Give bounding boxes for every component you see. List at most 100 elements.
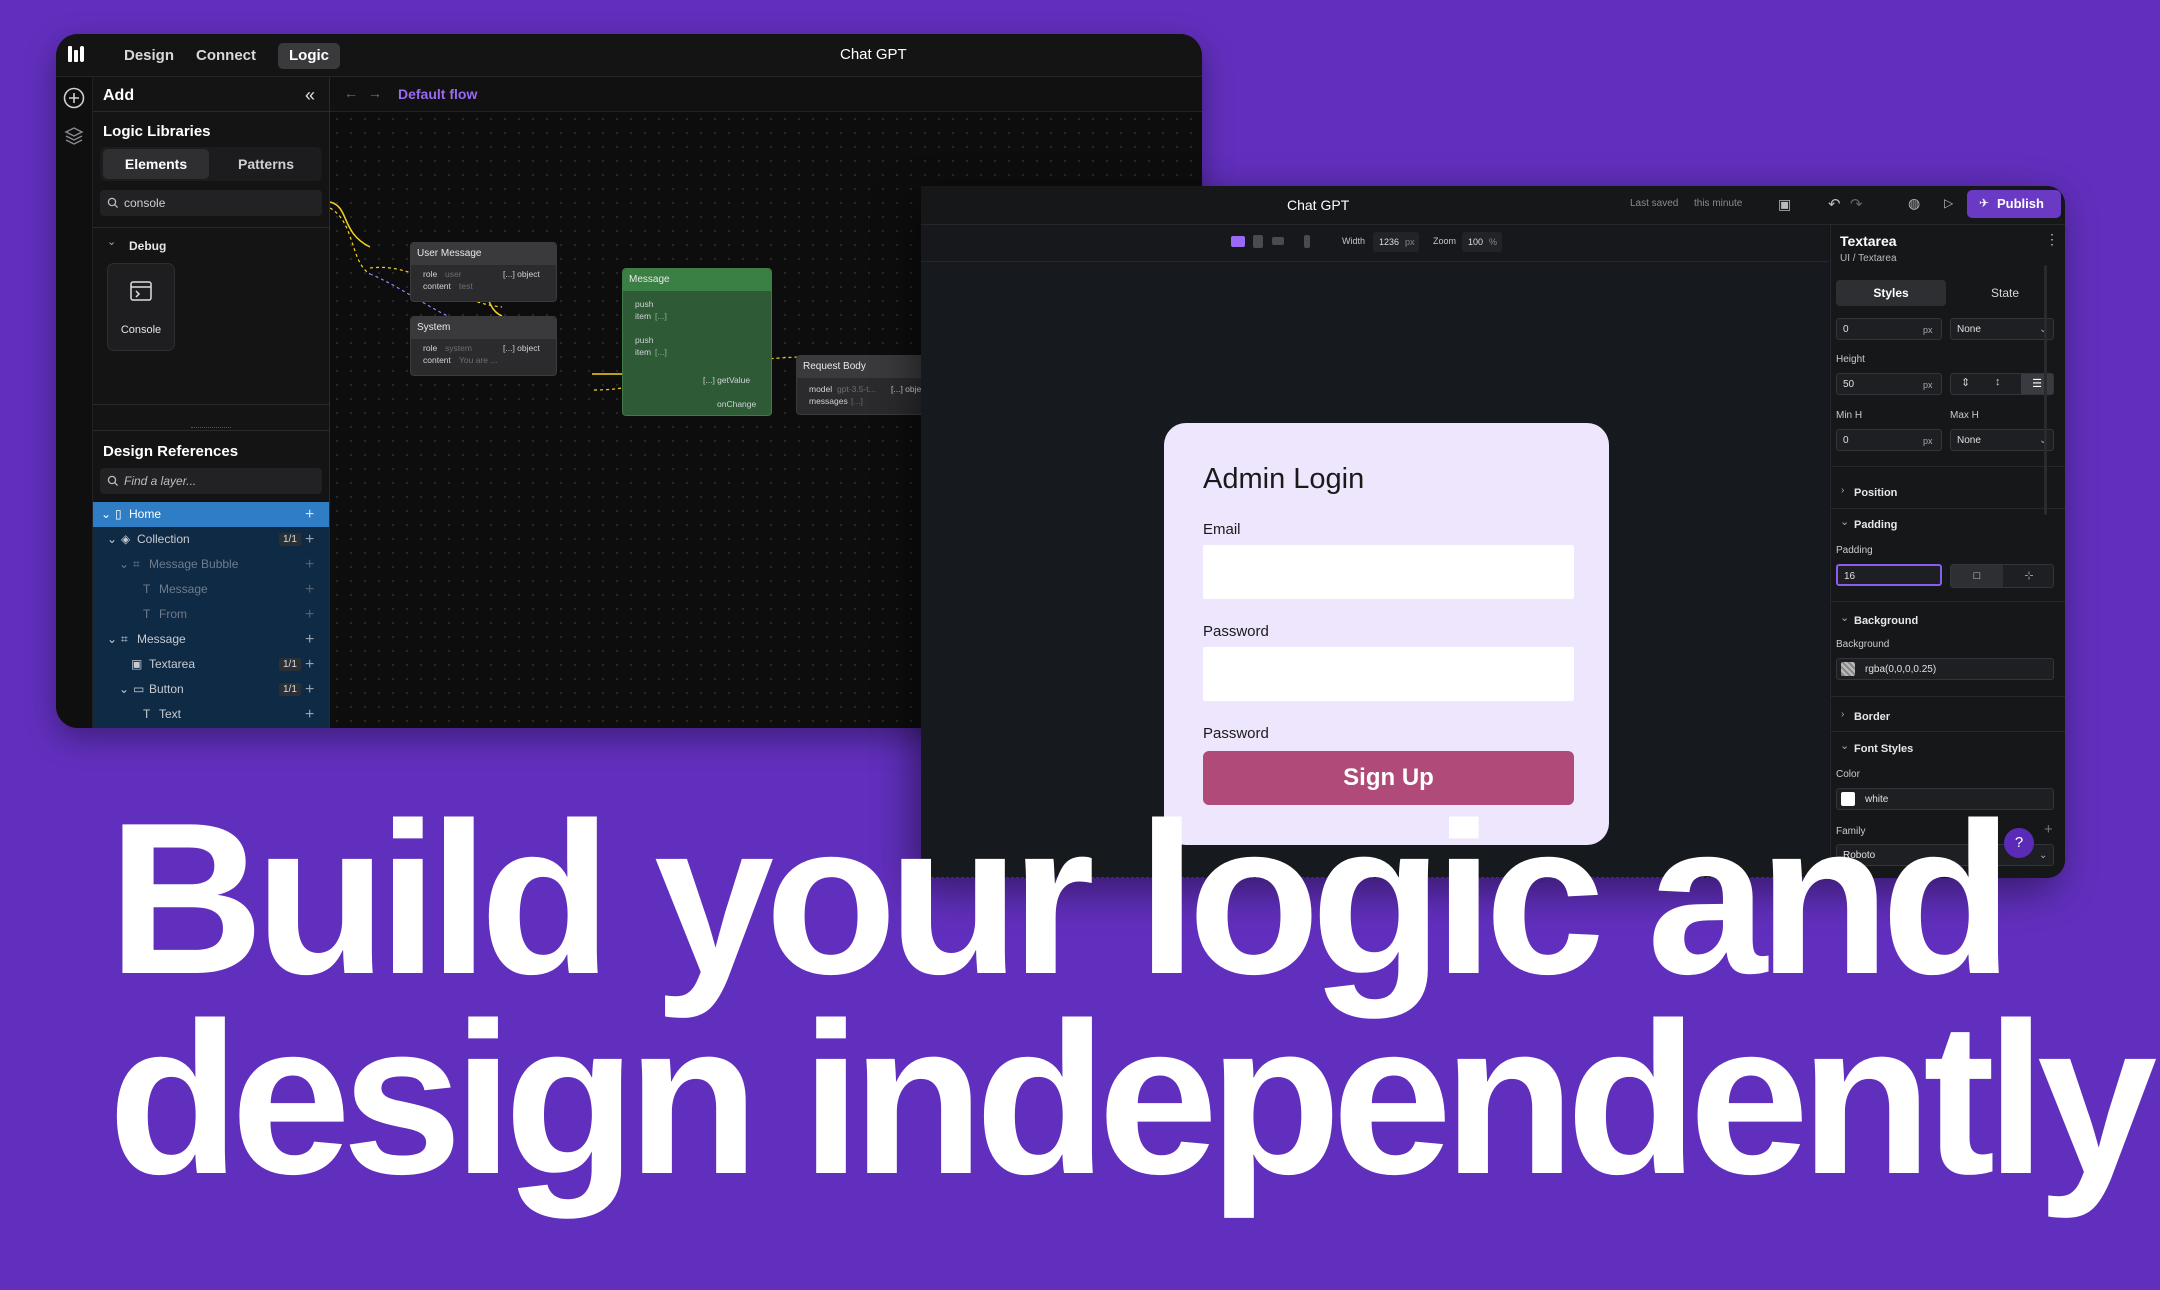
chevron-down-icon[interactable]: ⌄ — [107, 235, 116, 248]
app-logo-icon[interactable] — [64, 42, 88, 66]
node-message[interactable]: Message push item [...] push item [...] … — [622, 268, 772, 416]
viewport-toolbar: Width 1236 px Zoom 100 % — [921, 225, 1829, 262]
globe-icon[interactable]: ◍ — [1908, 195, 1920, 212]
last-saved-label: Last saved — [1630, 198, 1679, 209]
play-icon[interactable]: ▷ — [1944, 196, 1953, 210]
chevron-right-icon[interactable]: › — [1841, 709, 1844, 720]
add-panel-title: Add — [103, 87, 135, 104]
layer-row-text[interactable]: T Text + — [93, 702, 329, 727]
background-color-input[interactable]: rgba(0,0,0,0.25) — [1836, 658, 2054, 680]
tab-logic[interactable]: Logic — [278, 43, 340, 69]
chevron-right-icon[interactable]: › — [1841, 485, 1844, 496]
tab-styles[interactable]: Styles — [1836, 280, 1946, 306]
layer-row-message[interactable]: ⌄ ⌗ Message + — [93, 627, 329, 652]
redo-icon[interactable]: ↷ — [1850, 195, 1863, 213]
logic-topbar: Design Connect Logic Chat GPT — [56, 34, 1202, 77]
layers-icon[interactable] — [63, 125, 85, 152]
zoom-value: 100 — [1468, 237, 1484, 247]
forward-arrow-icon[interactable]: → — [368, 85, 382, 101]
top-offset-select-value: None — [1957, 324, 1981, 335]
zoom-input[interactable]: 100 % — [1462, 232, 1502, 252]
position-section[interactable]: Position — [1854, 487, 1897, 499]
node-input-label: role — [423, 343, 438, 353]
padding-input[interactable]: 16 — [1836, 564, 1942, 586]
chevron-down-icon[interactable]: ⌄ — [1840, 739, 1849, 752]
layer-label: From — [159, 607, 187, 621]
font-styles-section[interactable]: Font Styles — [1854, 743, 1913, 755]
node-input-value: [...] — [851, 396, 863, 406]
find-layer-input[interactable]: Find a layer... — [100, 468, 322, 494]
collapse-panel-icon[interactable]: « — [305, 85, 315, 106]
top-offset-select[interactable]: None⌄ — [1950, 318, 2054, 340]
mobile-icon[interactable] — [1304, 235, 1310, 248]
password-field[interactable] — [1203, 647, 1574, 701]
plus-icon[interactable]: + — [305, 652, 314, 677]
layer-row-from[interactable]: T From + — [93, 602, 329, 627]
min-height-unit: px — [1923, 436, 1933, 446]
width-input[interactable]: 1236 px — [1373, 232, 1419, 252]
back-arrow-icon[interactable]: ← — [344, 85, 358, 101]
console-element-card[interactable]: Console — [107, 263, 175, 351]
layer-row-message-text[interactable]: T Message + — [93, 577, 329, 602]
plus-icon[interactable]: + — [305, 552, 314, 577]
layer-row-collection[interactable]: ⌄ ◈ Collection 1/1 + — [93, 527, 329, 552]
desktop-icon[interactable] — [1231, 236, 1245, 247]
layer-row-home[interactable]: ⌄ ▯ Home + — [93, 502, 329, 527]
plus-icon[interactable]: + — [305, 602, 314, 627]
logic-libraries-title: Logic Libraries — [103, 123, 211, 140]
publish-button[interactable]: ✈ Publish — [1967, 190, 2061, 218]
layer-row-textarea[interactable]: ▣ Textarea 1/1 + — [93, 652, 329, 677]
background-swatch[interactable] — [1841, 662, 1855, 676]
fill-height-icon[interactable]: ☰ — [2021, 374, 2053, 394]
panel-scrollbar[interactable] — [2044, 265, 2047, 515]
top-offset-input[interactable]: 0 px — [1836, 318, 1942, 340]
plus-icon[interactable]: + — [305, 527, 314, 552]
plus-icon[interactable]: + — [305, 677, 314, 702]
undo-icon[interactable]: ↶ — [1828, 195, 1841, 213]
plus-icon[interactable]: + — [305, 627, 314, 652]
more-options-icon[interactable]: ⋮ — [2045, 231, 2059, 248]
plus-icon[interactable]: + — [305, 502, 314, 527]
layer-row-message-bubble[interactable]: ⌄ ⌗ Message Bubble + — [93, 552, 329, 577]
padding-section[interactable]: Padding — [1854, 519, 1897, 531]
background-section[interactable]: Background — [1854, 615, 1918, 627]
save-icon[interactable]: ▣ — [1778, 196, 1791, 213]
element-name: Textarea — [1840, 233, 1897, 249]
tablet-icon[interactable] — [1253, 235, 1263, 248]
node-system[interactable]: System role system content You are ... [… — [410, 316, 557, 376]
individual-padding-icon[interactable]: ⊹ — [2003, 565, 2055, 587]
tab-design[interactable]: Design — [113, 43, 185, 69]
email-field[interactable] — [1203, 545, 1574, 599]
chevron-down-icon[interactable]: ⌄ — [119, 552, 129, 577]
help-button[interactable]: ? — [2004, 828, 2034, 858]
plus-icon[interactable]: + — [305, 702, 314, 727]
chevron-down-icon[interactable]: ⌄ — [107, 527, 117, 552]
library-search-input[interactable]: console — [100, 190, 322, 216]
tab-elements[interactable]: Elements — [103, 149, 209, 179]
min-height-input[interactable]: 0 px — [1836, 429, 1942, 451]
chevron-down-icon[interactable]: ⌄ — [1840, 515, 1849, 528]
icon-rail — [56, 77, 93, 728]
fit-height-icon[interactable]: ⇕ — [1961, 376, 1970, 389]
border-section[interactable]: Border — [1854, 711, 1890, 723]
uniform-padding-icon[interactable]: □ — [1951, 565, 2003, 587]
max-height-select[interactable]: None⌄ — [1950, 429, 2054, 451]
chevron-down-icon[interactable]: ⌄ — [101, 502, 111, 527]
layer-row-button[interactable]: ⌄ ▭ Button 1/1 + — [93, 677, 329, 702]
chevron-down-icon[interactable]: ⌄ — [1840, 611, 1849, 624]
height-unit: px — [1923, 380, 1933, 390]
flow-name[interactable]: Default flow — [398, 86, 477, 102]
chevron-down-icon[interactable]: ⌄ — [119, 677, 129, 702]
add-panel: Add « Logic Libraries Elements Patterns … — [93, 77, 330, 728]
plus-icon[interactable]: + — [305, 577, 314, 602]
height-input[interactable]: 50 px — [1836, 373, 1942, 395]
tab-patterns[interactable]: Patterns — [213, 149, 319, 179]
node-user-message[interactable]: User Message role user content test [...… — [410, 242, 557, 302]
chevron-down-icon[interactable]: ⌄ — [107, 627, 117, 652]
fixed-height-icon[interactable]: ↕ — [1995, 376, 2001, 388]
add-icon[interactable] — [63, 87, 85, 114]
tab-connect[interactable]: Connect — [185, 43, 267, 69]
node-input-label: model — [809, 384, 833, 394]
plus-icon[interactable]: + — [2044, 821, 2053, 838]
tablet-landscape-icon[interactable] — [1272, 237, 1284, 245]
